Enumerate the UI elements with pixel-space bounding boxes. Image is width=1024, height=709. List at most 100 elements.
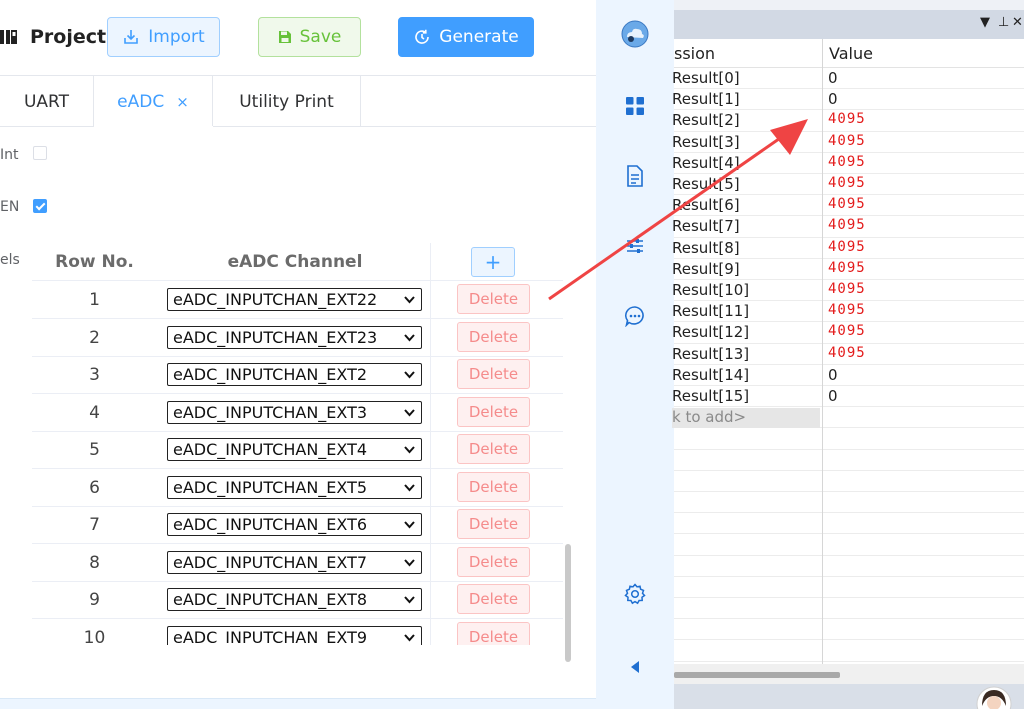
channel-select[interactable]: eADC_INPUTCHAN_EXT7 — [167, 550, 422, 574]
channel-select[interactable]: eADC_INPUTCHAN_EXT4 — [167, 438, 422, 461]
import-icon — [124, 30, 139, 44]
table-row: 8 eADC_INPUTCHAN_EXT7 Delete — [0, 544, 596, 582]
column-header-expression[interactable]: ssion — [674, 44, 822, 63]
channel-value: eADC_INPUTCHAN_EXT22 — [173, 290, 378, 309]
tab-uart[interactable]: UART — [0, 76, 94, 127]
channel-select[interactable]: eADC_INPUTCHAN_EXT3 — [167, 400, 422, 424]
int-checkbox[interactable] — [33, 146, 47, 160]
watch-value: 4095 — [828, 302, 866, 319]
channel-value: eADC_INPUTCHAN_EXT9 — [173, 627, 368, 646]
column-header-value[interactable]: Value — [829, 44, 873, 63]
delete-button[interactable]: Delete — [457, 359, 530, 389]
chat-icon[interactable] — [621, 302, 649, 330]
watch-expression: Result[0] — [672, 69, 740, 87]
chevron-down-icon — [404, 446, 415, 454]
watch-row[interactable]: Result[6] 4095 — [672, 195, 1024, 217]
cloud-logo-icon[interactable] — [621, 20, 649, 48]
watch-row[interactable]: Result[0] 0 — [672, 68, 1024, 90]
row-number: 6 — [89, 477, 100, 498]
add-row-button[interactable]: + — [471, 247, 515, 277]
channel-select[interactable]: eADC_INPUTCHAN_EXT9 — [167, 625, 422, 646]
watch-row[interactable]: Result[4] 4095 — [672, 153, 1024, 174]
watch-row[interactable]: Result[13] 4095 — [672, 344, 1024, 365]
delete-button[interactable]: Delete — [457, 321, 530, 352]
watch-value: 0 — [828, 365, 838, 384]
delete-button[interactable]: Delete — [457, 509, 530, 539]
watch-row[interactable]: Result[2] 4095 — [672, 110, 1024, 132]
watch-expression: Result[8] — [672, 238, 740, 257]
watch-row[interactable]: Result[9] 4095 — [672, 259, 1024, 280]
gear-icon[interactable] — [621, 580, 649, 608]
watch-row[interactable]: Result[11] 4095 — [672, 301, 1024, 323]
watch-expression: Result[3] — [672, 132, 740, 151]
channel-value: eADC_INPUTCHAN_EXT5 — [173, 477, 368, 497]
watch-value: 4095 — [828, 175, 866, 191]
delete-button[interactable]: Delete — [457, 284, 530, 314]
import-label: Import — [148, 27, 205, 47]
sliders-icon[interactable] — [621, 232, 649, 260]
watch-column-divider — [822, 68, 823, 664]
row-number: 7 — [89, 515, 100, 535]
floppy-icon — [278, 31, 291, 43]
watch-row[interactable]: Result[5] 4095 — [672, 174, 1024, 196]
watch-row[interactable]: Result[3] 4095 — [672, 132, 1024, 153]
watch-value: 4095 — [828, 111, 866, 128]
document-icon[interactable] — [621, 162, 649, 190]
watch-value: 4095 — [828, 281, 866, 297]
watch-empty-row — [674, 513, 1024, 535]
collapse-arrow-icon[interactable] — [621, 653, 649, 681]
en-label: EN — [0, 199, 20, 215]
watch-bottom-bar — [674, 684, 1024, 709]
watch-row[interactable]: Result[14] 0 — [672, 365, 1024, 386]
table-scrollbar[interactable] — [565, 544, 571, 662]
delete-button[interactable]: Delete — [457, 396, 530, 427]
channel-select[interactable]: eADC_INPUTCHAN_EXT5 — [167, 475, 422, 499]
watch-empty-row — [674, 492, 1024, 514]
tab-bar: UART eADC × Utility Print — [0, 76, 361, 127]
avatar[interactable] — [974, 684, 1014, 709]
channel-select[interactable]: eADC_INPUTCHAN_EXT22 — [167, 288, 422, 311]
grid-icon[interactable] — [621, 92, 649, 120]
column-header-row-no: Row No. — [55, 252, 134, 272]
dropdown-icon[interactable]: ▼ — [980, 15, 990, 30]
watch-list: Result[0] 0 Result[1] 0 Result[2] 4095 Result[… — [672, 68, 1024, 664]
channel-select[interactable]: eADC_INPUTCHAN_EXT6 — [167, 513, 422, 536]
watch-add-row[interactable]: k to add> — [672, 407, 1024, 429]
save-label: Save — [299, 27, 342, 47]
channel-select[interactable]: eADC_INPUTCHAN_EXT2 — [167, 363, 422, 386]
tab-label: eADC — [117, 91, 165, 112]
channel-value: eADC_INPUTCHAN_EXT3 — [173, 402, 368, 422]
chevron-down-icon — [404, 371, 415, 379]
delete-button[interactable]: Delete — [457, 471, 530, 502]
delete-button[interactable]: Delete — [457, 434, 530, 464]
delete-button[interactable]: Delete — [457, 584, 530, 614]
tab-utility-print[interactable]: Utility Print — [213, 76, 361, 127]
tab-eadc[interactable]: eADC × — [94, 76, 213, 127]
watch-expression: Result[2] — [672, 111, 740, 130]
watch-header: ssion Value — [674, 39, 1024, 68]
table-row: 2 eADC_INPUTCHAN_EXT23 Delete — [0, 319, 596, 357]
watch-row[interactable]: Result[8] 4095 — [672, 238, 1024, 259]
channel-select[interactable]: eADC_INPUTCHAN_EXT8 — [167, 588, 422, 611]
close-icon[interactable]: × — [176, 93, 189, 111]
close-icon[interactable]: ✕ — [1012, 15, 1023, 30]
generate-button[interactable]: Generate — [398, 17, 534, 57]
watch-expression: Result[4] — [672, 153, 740, 172]
watch-row[interactable]: Result[12] 4095 — [672, 322, 1024, 344]
table-row: 5 eADC_INPUTCHAN_EXT4 Delete — [0, 431, 596, 469]
watch-row[interactable]: Result[1] 0 — [672, 89, 1024, 111]
en-checkbox[interactable] — [33, 199, 47, 213]
watch-row[interactable]: Result[15] 0 — [672, 386, 1024, 408]
channel-value: eADC_INPUTCHAN_EXT2 — [173, 365, 368, 384]
delete-button[interactable]: Delete — [457, 546, 530, 577]
save-button[interactable]: Save — [258, 17, 361, 57]
watch-horizontal-scrollbar[interactable] — [674, 664, 1024, 684]
watch-value: 4095 — [828, 196, 866, 213]
pin-icon[interactable]: ⊥ — [998, 15, 1009, 30]
import-button[interactable]: Import — [107, 17, 220, 57]
channel-select[interactable]: eADC_INPUTCHAN_EXT23 — [167, 325, 422, 349]
watch-row[interactable]: Result[10] 4095 — [672, 280, 1024, 302]
delete-button[interactable]: Delete — [457, 621, 530, 645]
panel-bottom-strip — [0, 698, 596, 709]
watch-row[interactable]: Result[7] 4095 — [672, 216, 1024, 238]
